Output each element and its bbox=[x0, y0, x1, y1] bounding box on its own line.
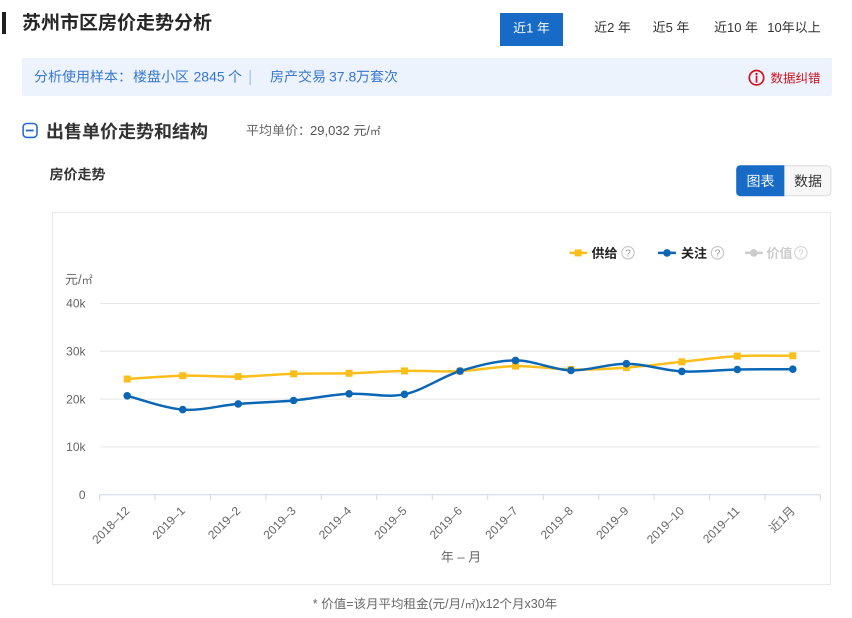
svg-text:x30: x30 bbox=[525, 597, 545, 611]
svg-text:0: 0 bbox=[79, 488, 86, 502]
svg-text:30k: 30k bbox=[66, 345, 86, 359]
svg-text:1: 1 bbox=[526, 21, 537, 36]
svg-text:10: 10 bbox=[727, 20, 745, 35]
svg-text:?: ? bbox=[798, 249, 804, 260]
svg-text:20k: 20k bbox=[66, 392, 86, 406]
svg-text:/: / bbox=[78, 272, 82, 287]
svg-text:?: ? bbox=[715, 249, 721, 260]
svg-text:/: / bbox=[461, 597, 465, 611]
svg-text:–: – bbox=[454, 550, 468, 565]
svg-text:29,032: 29,032 bbox=[310, 123, 353, 138]
svg-text:5: 5 bbox=[666, 20, 677, 35]
svg-text:?: ? bbox=[625, 249, 631, 260]
svg-text:40k: 40k bbox=[66, 297, 86, 311]
svg-text:*: * bbox=[313, 597, 321, 611]
svg-text:2: 2 bbox=[607, 20, 618, 35]
svg-text:)x12: )x12 bbox=[475, 597, 499, 611]
svg-text:10: 10 bbox=[767, 20, 781, 35]
svg-text:10k: 10k bbox=[66, 440, 86, 454]
svg-text:=: = bbox=[346, 597, 353, 611]
svg-text:/: / bbox=[445, 597, 449, 611]
svg-text:2845: 2845 bbox=[194, 69, 225, 85]
svg-text:(: ( bbox=[429, 597, 434, 611]
svg-text:/: / bbox=[366, 123, 370, 138]
svg-text:37.8: 37.8 bbox=[329, 69, 356, 85]
